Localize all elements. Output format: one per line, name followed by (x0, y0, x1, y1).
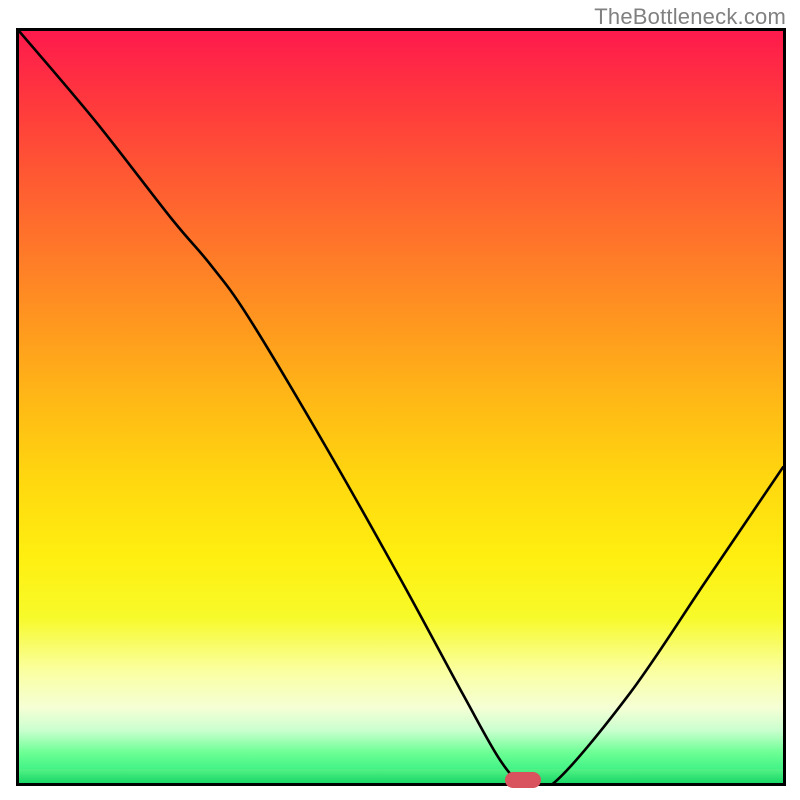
optimal-marker (505, 772, 541, 788)
bottleneck-curve (19, 31, 783, 783)
plot-area (16, 28, 786, 786)
chart-frame: TheBottleneck.com (0, 0, 800, 800)
watermark-text: TheBottleneck.com (594, 4, 786, 30)
